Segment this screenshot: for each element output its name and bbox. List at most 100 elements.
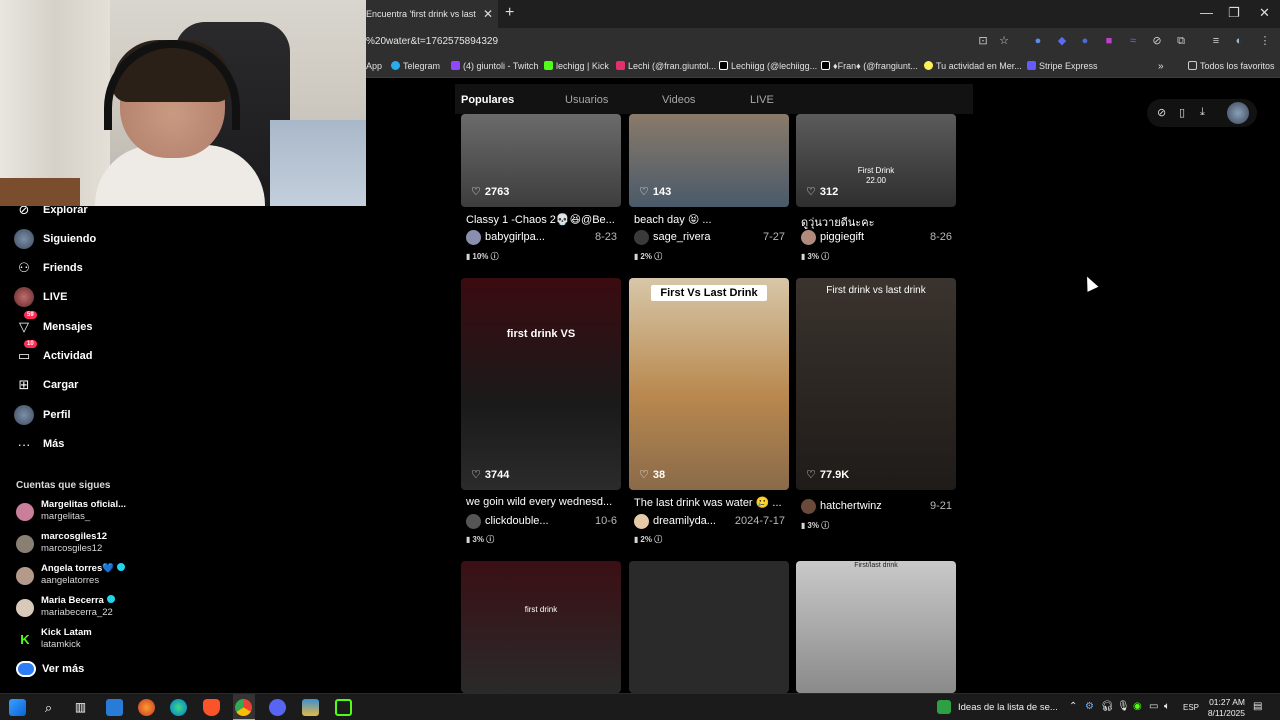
sidebar-item-friends[interactable]: ⚇ Friends (14, 257, 83, 279)
extension-2-icon[interactable]: ◆ (1055, 34, 1069, 48)
brave-icon[interactable] (203, 699, 220, 716)
phone-app-icon[interactable]: ▯ (1179, 106, 1185, 119)
tab-videos[interactable]: Videos (662, 94, 695, 106)
extension-6-icon[interactable]: ⊘ (1150, 34, 1164, 48)
steam-icon[interactable]: ⚙ (1085, 701, 1094, 712)
coins-icon[interactable]: ⊘ (1157, 106, 1166, 119)
bookmark-0[interactable]: App (366, 61, 382, 71)
video-thumbnail[interactable]: first drink (461, 561, 621, 693)
all-favorites[interactable]: Todos los favoritos (1188, 61, 1275, 71)
xbox-icon[interactable]: ◉ (1133, 701, 1142, 712)
video-thumbnail[interactable]: ♡ 143 (629, 114, 789, 207)
bookmark-3[interactable]: lechigg | Kick (544, 61, 609, 71)
download-icon[interactable]: ⤓ (1200, 106, 1205, 119)
close-tab-icon[interactable]: ✕ (483, 7, 493, 21)
video-caption[interactable]: ดูวุ่นวายดีนะคะ (801, 213, 874, 231)
extension-4-icon[interactable]: ■ (1102, 34, 1116, 48)
search-icon[interactable]: ⌕ (40, 699, 57, 716)
sidebar-item-mensajes[interactable]: ▽ 59 Mensajes (14, 311, 93, 338)
extension-3-icon[interactable]: ● (1078, 34, 1092, 48)
bar-chart-icon: ▮ (801, 521, 806, 530)
video-author[interactable]: hatchertwinz 9-21 (801, 499, 956, 515)
sidebar-item-siguiendo[interactable]: Siguiendo (14, 228, 96, 250)
bookmark-5[interactable]: Lechiigg (@lechiigg... (719, 61, 817, 71)
menu-kebab-icon[interactable]: ⋮ (1258, 34, 1272, 48)
followed-account[interactable]: marcosgiles12 marcosgiles12 (16, 531, 146, 559)
video-author[interactable]: dreamilyda... 2024-7-17 (634, 514, 789, 530)
sidebar-item-actividad[interactable]: ▭ 10 Actividad (14, 340, 93, 367)
video-author[interactable]: babygirlpa... 8-23 (466, 230, 621, 246)
app-icon[interactable] (302, 699, 319, 716)
microphone-icon[interactable]: 🎙︎ (1117, 701, 1130, 712)
clock[interactable]: 01:27 AM 8/11/2025 (1203, 697, 1245, 719)
video-author[interactable]: clickdouble... 10-6 (466, 514, 621, 530)
video-thumbnail[interactable]: First Vs Last Drink ♡ 38 (629, 278, 789, 490)
video-thumbnail[interactable]: First drink vs last drink ♡ 77.9K (796, 278, 956, 490)
followed-account[interactable]: Maria Becerra mariabecerra_22 (16, 595, 146, 623)
discord-icon[interactable] (269, 699, 286, 716)
new-tab-icon[interactable]: + (505, 4, 514, 22)
obs-kick-icon[interactable] (335, 699, 352, 716)
media-controls-icon[interactable]: ≡ (1209, 34, 1223, 48)
bookmark-star-icon[interactable]: ☆ (997, 34, 1011, 48)
video-caption[interactable]: we goin wild every wednesd... (466, 496, 612, 508)
bookmark-2[interactable]: (4) giuntoli - Twitch (451, 61, 538, 71)
url-field[interactable]: %20water&t=1762575894329 (366, 36, 498, 47)
sidebar-item-cargar[interactable]: ⊞ Cargar (14, 374, 79, 396)
sidebar-item-live[interactable]: LIVE (14, 286, 67, 308)
video-thumbnail[interactable]: ♡ 2763 (461, 114, 621, 207)
video-caption[interactable]: The last drink was water 🥲 ... (634, 496, 782, 509)
bookmark-8[interactable]: Stripe Express (1027, 61, 1098, 71)
video-caption[interactable]: Classy 1 -Chaos 2💀😆@Be... (466, 213, 615, 226)
restore-icon[interactable]: ❐ (1228, 5, 1240, 21)
extensions-puzzle-icon[interactable]: ⧉ (1174, 34, 1188, 48)
more-bookmarks-icon[interactable]: » (1158, 61, 1164, 72)
extension-1-icon[interactable]: ● (1031, 34, 1045, 48)
language-indicator[interactable]: ESP (1183, 703, 1199, 712)
video-thumbnail[interactable]: first drink VS ♡ 3744 (461, 278, 621, 490)
x-icon (821, 61, 830, 70)
news-widget-icon[interactable] (937, 700, 951, 714)
bookmark-7[interactable]: Tu actividad en Mer... (924, 61, 1022, 71)
bookmark-6[interactable]: ♦Fran♦ (@frangiunt... (821, 61, 918, 71)
show-hidden-icons-icon[interactable]: ⌃ (1069, 701, 1077, 712)
news-widget-text[interactable]: Ideas de la lista de se... (958, 702, 1058, 713)
minimize-icon[interactable]: — (1200, 5, 1213, 20)
video-author[interactable]: sage_rivera 7-27 (634, 230, 789, 246)
video-thumbnail[interactable]: First/last drink (796, 561, 956, 693)
my-avatar[interactable] (1227, 102, 1249, 124)
followed-account[interactable]: K Kick Latam latamkick (16, 627, 146, 655)
file-explorer-icon[interactable] (106, 699, 123, 716)
followed-account[interactable]: Margelitas oficial... margelitas_ (16, 499, 146, 527)
extension-5-icon[interactable]: ≈ (1126, 34, 1140, 48)
video-thumbnail[interactable]: First Drink 22.00 ♡ 312 (796, 114, 956, 207)
video-overlay-text: first drink VS (506, 328, 576, 340)
tab-populares[interactable]: Populares (461, 94, 514, 106)
notifications-icon[interactable]: ▤ (1253, 701, 1262, 712)
network-icon[interactable]: ▭ (1149, 701, 1158, 712)
avatar (16, 599, 34, 617)
edge-icon[interactable] (170, 699, 187, 716)
install-app-icon[interactable]: ⊡ (976, 34, 990, 48)
bookmark-1[interactable]: Telegram (391, 61, 440, 71)
tab-live[interactable]: LIVE (750, 94, 774, 106)
tab-usuarios[interactable]: Usuarios (565, 94, 608, 106)
video-thumbnail-loading[interactable] (629, 561, 789, 693)
video-author[interactable]: piggiegift 8-26 (801, 230, 956, 246)
firefox-icon[interactable] (138, 699, 155, 716)
chrome-taskbar-button[interactable] (233, 694, 255, 720)
task-view-icon[interactable]: ▥ (72, 699, 89, 716)
sidebar-item-perfil[interactable]: Perfil (14, 404, 71, 426)
headset-tray-icon[interactable]: 🎧︎ (1101, 701, 1114, 712)
bookmark-4[interactable]: Lechi (@fran.giuntol... (616, 61, 716, 71)
sidebar-item-mas[interactable]: ··· Más (14, 433, 65, 455)
browser-tab[interactable]: Encuentra 'first drink vs last ✕ (366, 0, 498, 28)
close-window-icon[interactable]: ✕ (1259, 5, 1270, 21)
volume-icon[interactable]: 🔈︎ (1164, 701, 1170, 712)
video-caption[interactable]: beach day 😝 ... (634, 213, 712, 226)
see-more-button[interactable]: Ver más (16, 660, 84, 678)
desk (0, 178, 80, 206)
followed-account[interactable]: Angela torres💙 aangelatorres (16, 563, 146, 591)
windows-start-icon[interactable] (9, 699, 26, 716)
profile-icon[interactable]: ◐ (1232, 34, 1246, 48)
